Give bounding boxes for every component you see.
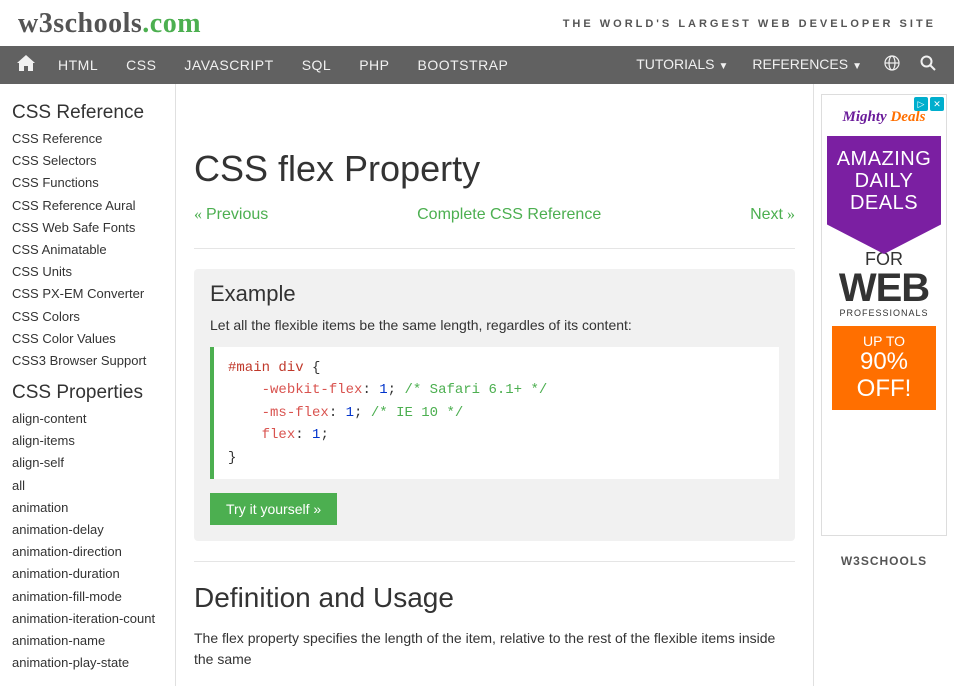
- header: w3schools.com THE WORLD'S LARGEST WEB DE…: [0, 0, 954, 46]
- page-title: CSS flex Property: [194, 148, 795, 190]
- try-it-button[interactable]: Try it yourself »: [210, 493, 337, 525]
- caret-down-icon: ▼: [719, 61, 729, 72]
- nav-item-css[interactable]: CSS: [112, 46, 170, 84]
- chevron-right-icon: »: [783, 206, 795, 223]
- sidebar-item[interactable]: align-self: [12, 452, 163, 474]
- ad-controls: ▷ ✕: [914, 97, 944, 111]
- example-box: Example Let all the flexible items be th…: [194, 269, 795, 541]
- section-title-definition: Definition and Usage: [194, 582, 795, 614]
- sidebar-item[interactable]: animation-play-state: [12, 652, 163, 674]
- sidebar-item[interactable]: animation-iteration-count: [12, 608, 163, 630]
- ad-headline: AMAZING DAILY DEALS: [827, 136, 941, 254]
- main-content: CSS flex Property « Previous Complete CS…: [175, 84, 814, 686]
- sidebar-item[interactable]: CSS3 Browser Support: [12, 350, 163, 372]
- definition-text: The flex property specifies the length o…: [194, 628, 795, 670]
- logo-text: w3schools: [18, 8, 142, 39]
- sidebar-item[interactable]: align-content: [12, 408, 163, 430]
- nav-right: TUTORIALS▼ REFERENCES▼: [624, 45, 946, 86]
- sidebar-item[interactable]: CSS Selectors: [12, 150, 163, 172]
- adchoices-icon[interactable]: ▷: [914, 97, 928, 111]
- home-icon[interactable]: [8, 55, 44, 76]
- w3schools-badge: W3SCHOOLS: [820, 554, 948, 568]
- dropdown-tutorials[interactable]: TUTORIALS▼: [624, 45, 740, 86]
- sidebar-item[interactable]: CSS Units: [12, 261, 163, 283]
- ad-offer: UP TO90% OFF!: [832, 326, 936, 410]
- topnav: HTML CSS JAVASCRIPT SQL PHP BOOTSTRAP TU…: [0, 46, 954, 84]
- sidebar-heading-reference: CSS Reference: [12, 102, 163, 124]
- sidebar-item[interactable]: animation-fill-mode: [12, 586, 163, 608]
- search-icon[interactable]: [910, 55, 946, 76]
- nav-item-javascript[interactable]: JAVASCRIPT: [170, 46, 287, 84]
- nav-item-bootstrap[interactable]: BOOTSTRAP: [404, 46, 523, 84]
- divider: [194, 248, 795, 249]
- dropdown-references[interactable]: REFERENCES▼: [740, 45, 874, 86]
- example-description: Let all the flexible items be the same l…: [210, 317, 779, 333]
- sidebar-item[interactable]: CSS PX-EM Converter: [12, 283, 163, 305]
- caret-down-icon: ▼: [852, 61, 862, 72]
- sidebar-item[interactable]: animation-direction: [12, 541, 163, 563]
- sidebar-item[interactable]: CSS Reference Aural: [12, 195, 163, 217]
- sidebar-item[interactable]: animation-name: [12, 630, 163, 652]
- container: CSS Reference CSS Reference CSS Selector…: [0, 84, 954, 686]
- sidebar-item[interactable]: animation: [12, 497, 163, 519]
- nav-item-sql[interactable]: SQL: [288, 46, 346, 84]
- sidebar-item[interactable]: CSS Functions: [12, 172, 163, 194]
- sidebar-item[interactable]: CSS Web Safe Fonts: [12, 217, 163, 239]
- chevron-left-icon: «: [194, 206, 206, 223]
- divider: [194, 561, 795, 562]
- sidebar-item[interactable]: align-items: [12, 430, 163, 452]
- ad-web: WEB: [827, 268, 941, 308]
- sidebar: CSS Reference CSS Reference CSS Selector…: [0, 84, 175, 686]
- sidebar-item[interactable]: CSS Animatable: [12, 239, 163, 261]
- sidebar-item[interactable]: animation-delay: [12, 519, 163, 541]
- prev-next-row: « Previous Complete CSS Reference Next »: [194, 206, 795, 224]
- complete-reference-link[interactable]: Complete CSS Reference: [417, 206, 601, 224]
- sidebar-heading-properties: CSS Properties: [12, 382, 163, 404]
- example-title: Example: [210, 281, 779, 307]
- sidebar-item[interactable]: CSS Color Values: [12, 328, 163, 350]
- right-column: ▷ ✕ Mighty Deals AMAZING DAILY DEALS FOR…: [814, 84, 954, 686]
- sidebar-item[interactable]: animation-duration: [12, 563, 163, 585]
- logo-com: .com: [142, 8, 201, 39]
- code-block: #main div { -webkit-flex: 1; /* Safari 6…: [210, 347, 779, 479]
- ad-body: AMAZING DAILY DEALS FOR WEB PROFESSIONAL…: [827, 136, 941, 410]
- globe-icon[interactable]: [874, 55, 910, 76]
- ad-prof: PROFESSIONALS: [827, 308, 941, 318]
- sidebar-item[interactable]: CSS Reference: [12, 128, 163, 150]
- tagline: THE WORLD'S LARGEST WEB DEVELOPER SITE: [563, 18, 936, 30]
- nav-item-html[interactable]: HTML: [44, 46, 112, 84]
- next-link[interactable]: Next »: [750, 206, 795, 224]
- ad-close-icon[interactable]: ✕: [930, 97, 944, 111]
- nav-items: HTML CSS JAVASCRIPT SQL PHP BOOTSTRAP: [44, 46, 624, 84]
- sidebar-item[interactable]: CSS Colors: [12, 306, 163, 328]
- ad-banner[interactable]: ▷ ✕ Mighty Deals AMAZING DAILY DEALS FOR…: [821, 94, 947, 536]
- prev-link[interactable]: « Previous: [194, 206, 268, 224]
- sidebar-item[interactable]: all: [12, 475, 163, 497]
- logo[interactable]: w3schools.com: [18, 8, 201, 40]
- nav-item-php[interactable]: PHP: [345, 46, 403, 84]
